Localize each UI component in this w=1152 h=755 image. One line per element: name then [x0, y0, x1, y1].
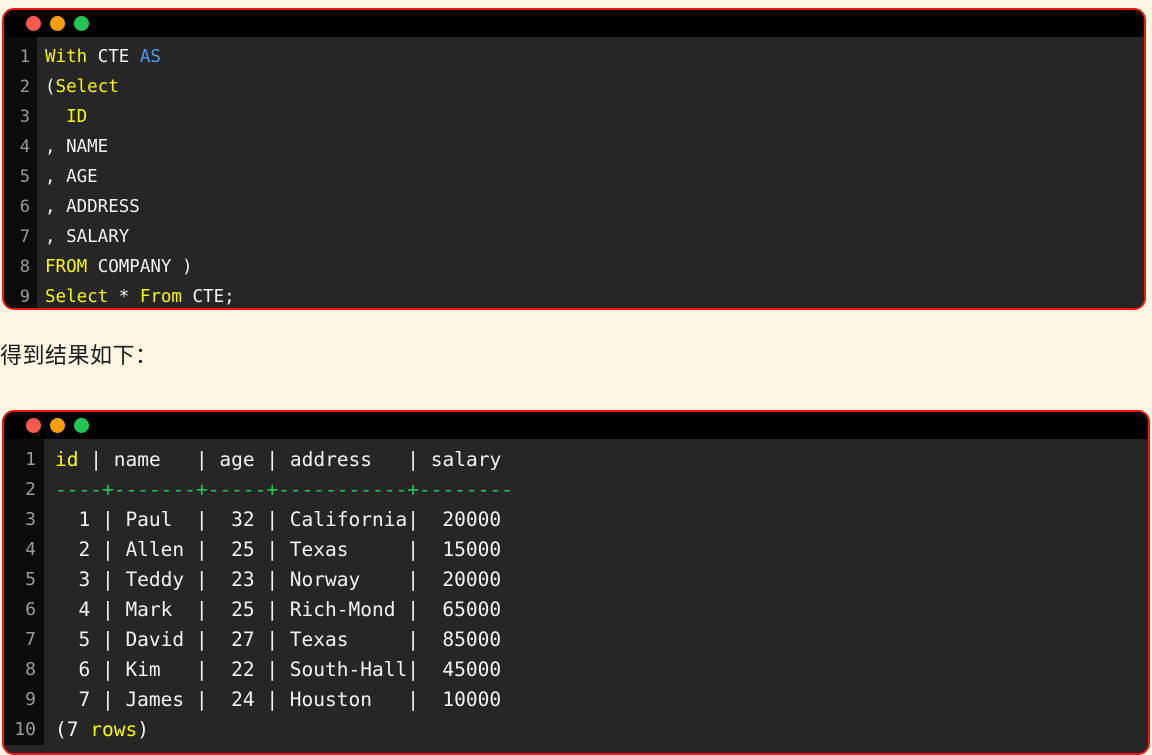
- result-code-body: 1 2 3 4 5 6 7 8 9 10 id | name | age | address | …: [4, 439, 1148, 745]
- code-token: ADDRESS: [66, 197, 140, 217]
- code-line: id | name | age | address | salary: [55, 445, 1148, 475]
- code-line: , AGE: [45, 162, 1144, 192]
- close-window-button[interactable]: [26, 16, 41, 31]
- code-token: 5 | David | 27 | Texas | 85000: [55, 628, 502, 651]
- maximize-window-button[interactable]: [74, 16, 89, 31]
- sql-code-window: 123456789 With CTE AS (Select ID, NAME, A…: [2, 8, 1146, 310]
- line-number: 8: [19, 257, 30, 277]
- code-token: ,: [45, 227, 67, 247]
- code-token: ID: [66, 107, 88, 127]
- code-line: , NAME: [45, 132, 1144, 162]
- code-token: ----+-------+-----+-----------+--------: [55, 478, 513, 501]
- code-line: 1 | Paul | 32 | California| 20000: [55, 505, 1148, 535]
- line-number: 8: [25, 659, 36, 680]
- close-window-button[interactable]: [26, 418, 41, 433]
- code-token: |: [254, 448, 290, 471]
- code-token: rows: [90, 718, 138, 741]
- line-number: 10: [14, 719, 36, 740]
- line-number: 4: [25, 539, 36, 560]
- sql-line-number-gutter: 1 2 3 4 5 6 7 8 9: [4, 37, 37, 308]
- line-number: 3: [25, 509, 36, 530]
- code-line: , ADDRESS: [45, 192, 1144, 222]
- line-number: 9: [19, 287, 30, 307]
- code-line: FROM COMPANY ): [45, 252, 1144, 282]
- code-token: From: [139, 287, 182, 307]
- code-token: 7 | James | 24 | Houston | 10000: [55, 688, 502, 711]
- code-token: 3 | Teddy | 23 | Norway | 20000: [55, 568, 502, 591]
- result-output-text[interactable]: id | name | age | address | salary ----+-…: [44, 439, 1148, 745]
- code-token: ,: [45, 167, 67, 187]
- code-token: 6 | Kim | 22 | South-Hall| 45000: [55, 658, 502, 681]
- code-line: 3 | Teddy | 23 | Norway | 20000: [55, 565, 1148, 595]
- code-line: 4 | Mark | 25 | Rich-Mond | 65000: [55, 595, 1148, 625]
- code-token: age: [219, 448, 255, 471]
- line-number: 4: [19, 137, 30, 157]
- code-token: name: [113, 448, 161, 471]
- line-number: 6: [19, 197, 30, 217]
- code-token: |: [372, 448, 431, 471]
- code-token: |: [160, 448, 220, 471]
- code-token: 1 | Paul | 32 | California| 20000: [55, 508, 502, 531]
- minimize-window-button[interactable]: [50, 418, 65, 433]
- code-token: (7: [55, 718, 91, 741]
- code-token: address: [289, 448, 373, 471]
- line-number: 3: [19, 107, 30, 127]
- code-token: FROM: [45, 257, 88, 277]
- code-token: NAME: [66, 137, 109, 157]
- result-caption: 得到结果如下：: [0, 344, 158, 369]
- line-number: 1: [19, 47, 30, 67]
- code-token: SALARY: [66, 227, 130, 247]
- sql-window-titlebar: [4, 10, 1144, 37]
- code-line: ID: [45, 102, 1144, 132]
- code-token: AGE: [66, 167, 98, 187]
- code-token: ,: [45, 137, 67, 157]
- line-number: 7: [25, 629, 36, 650]
- line-number: 5: [25, 569, 36, 590]
- code-token: Select: [45, 287, 109, 307]
- code-token: |: [78, 448, 114, 471]
- code-token: ,: [45, 197, 67, 217]
- line-number: 9: [25, 689, 36, 710]
- code-line: , SALARY: [45, 222, 1144, 252]
- code-token: 2 | Allen | 25 | Texas | 15000: [55, 538, 502, 561]
- result-line-number-gutter: 1 2 3 4 5 6 7 8 9 10: [4, 439, 44, 745]
- code-line: 5 | David | 27 | Texas | 85000: [55, 625, 1148, 655]
- code-token: COMPANY ): [87, 257, 193, 277]
- code-token: CTE: [97, 47, 130, 67]
- code-line: (Select: [45, 72, 1144, 102]
- code-token: *: [108, 287, 140, 307]
- code-line: 7 | James | 24 | Houston | 10000: [55, 685, 1148, 715]
- code-line: 2 | Allen | 25 | Texas | 15000: [55, 535, 1148, 565]
- line-number: 6: [25, 599, 36, 620]
- sql-code-body: 123456789 With CTE AS (Select ID, NAME, A…: [4, 37, 1144, 308]
- line-number: 2: [19, 77, 30, 97]
- line-number: 2: [25, 479, 36, 500]
- result-window-titlebar: [4, 412, 1148, 439]
- code-token: With: [45, 47, 88, 67]
- code-line: With CTE AS: [45, 42, 1144, 72]
- line-number: 1: [25, 449, 36, 470]
- code-token: CTE;: [181, 287, 235, 307]
- code-line: (7 rows): [55, 715, 1148, 745]
- sql-code-text[interactable]: With CTE AS (Select ID, NAME, AGE, ADDRES…: [37, 37, 1144, 308]
- maximize-window-button[interactable]: [74, 418, 89, 433]
- minimize-window-button[interactable]: [50, 16, 65, 31]
- code-line: ----+-------+-----+-----------+--------: [55, 475, 1148, 505]
- line-number: 5: [19, 167, 30, 187]
- code-token: (: [45, 77, 56, 97]
- code-token: Select: [55, 77, 119, 97]
- code-token: id: [55, 448, 79, 471]
- code-token: 4 | Mark | 25 | Rich-Mond | 65000: [55, 598, 502, 621]
- line-number: 7: [19, 227, 30, 247]
- code-line: Select * From CTE;: [45, 282, 1144, 308]
- code-line: 6 | Kim | 22 | South-Hall| 45000: [55, 655, 1148, 685]
- code-token: AS: [139, 47, 161, 67]
- result-output-window: 1 2 3 4 5 6 7 8 9 10 id | name | age | address | …: [2, 410, 1150, 755]
- code-token: ): [137, 718, 149, 741]
- code-token: salary: [430, 448, 502, 471]
